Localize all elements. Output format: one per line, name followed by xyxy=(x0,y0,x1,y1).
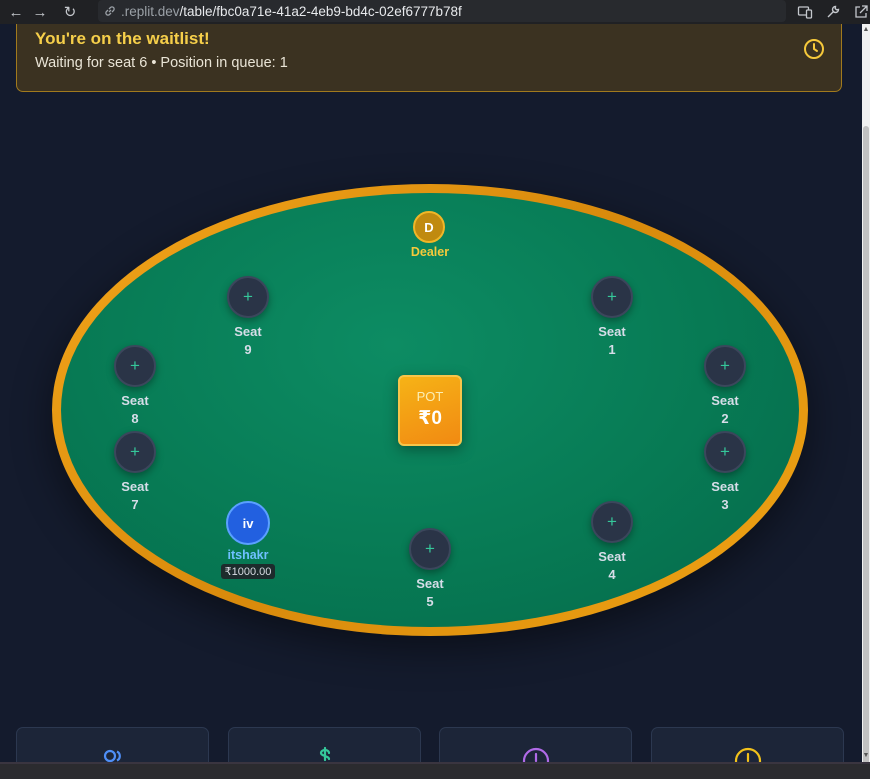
url-host: .replit.dev xyxy=(121,3,180,19)
seat-label: Seat 1 xyxy=(598,324,626,357)
seat-label: Seat 2 xyxy=(711,393,739,426)
dealer-label: Dealer xyxy=(410,245,450,259)
join-seat-plus-icon[interactable]: + xyxy=(591,276,633,318)
page-scrollbar[interactable]: ▲ ▼ xyxy=(862,24,870,766)
player-name: itshakr xyxy=(227,548,269,562)
forward-arrow-icon[interactable]: → xyxy=(28,0,52,24)
open-external-icon[interactable] xyxy=(850,1,870,23)
back-arrow-icon[interactable]: ← xyxy=(4,0,28,24)
seat-1[interactable]: + Seat 1 xyxy=(577,276,647,359)
scroll-down-arrow-icon[interactable]: ▼ xyxy=(862,750,870,762)
join-seat-plus-icon[interactable]: + xyxy=(227,276,269,318)
seat-label: Seat 4 xyxy=(598,549,626,582)
browser-toolbar: ← → ↻ .replit.dev/table/fbc0a71e-41a2-4e… xyxy=(0,0,870,24)
waitlist-title: You're on the waitlist! xyxy=(35,29,210,48)
player-chip-stack: ₹1000.00 xyxy=(220,564,276,579)
seat-2[interactable]: + Seat 2 xyxy=(690,345,760,428)
history-card[interactable] xyxy=(439,727,632,767)
seat-9[interactable]: + Seat 9 xyxy=(213,276,283,359)
scrollbar-thumb[interactable] xyxy=(863,126,869,766)
seat-7[interactable]: + Seat 7 xyxy=(100,431,170,514)
device-toolbar-icon[interactable] xyxy=(794,1,816,23)
players-card[interactable] xyxy=(16,727,209,767)
player-seat[interactable]: iv itshakr ₹1000.00 xyxy=(213,501,283,580)
address-bar[interactable]: .replit.dev/table/fbc0a71e-41a2-4eb9-bd4… xyxy=(98,0,786,22)
join-seat-plus-icon[interactable]: + xyxy=(409,528,451,570)
timer-card[interactable] xyxy=(651,727,844,767)
wrench-icon[interactable] xyxy=(822,1,844,23)
reload-icon[interactable]: ↻ xyxy=(58,0,82,24)
join-seat-plus-icon[interactable]: + xyxy=(704,431,746,473)
seat-label: Seat 3 xyxy=(711,479,739,512)
pot-display: POT ₹0 xyxy=(398,375,462,446)
player-avatar[interactable]: iv xyxy=(226,501,270,545)
seat-label: Seat 9 xyxy=(234,324,262,357)
dealer-button: D xyxy=(413,211,445,243)
join-seat-plus-icon[interactable]: + xyxy=(114,431,156,473)
clock-icon xyxy=(804,39,824,59)
os-taskbar xyxy=(0,762,870,779)
seat-label: Seat 8 xyxy=(121,393,149,426)
seat-5[interactable]: + Seat 5 xyxy=(395,528,465,611)
join-seat-plus-icon[interactable]: + xyxy=(704,345,746,387)
pot-amount: ₹0 xyxy=(418,408,442,429)
join-seat-plus-icon[interactable]: + xyxy=(591,501,633,543)
seat-4[interactable]: + Seat 4 xyxy=(577,501,647,584)
seat-label: Seat 5 xyxy=(416,576,444,609)
join-seat-plus-icon[interactable]: + xyxy=(114,345,156,387)
pot-label: POT xyxy=(416,389,444,404)
seat-8[interactable]: + Seat 8 xyxy=(100,345,170,428)
seat-label: Seat 7 xyxy=(121,479,149,512)
url-path: /table/fbc0a71e-41a2-4eb9-bd4c-02ef6777b… xyxy=(179,3,462,19)
waitlist-banner: You're on the waitlist! Waiting for seat… xyxy=(16,24,842,92)
scroll-up-arrow-icon[interactable]: ▲ xyxy=(862,24,870,36)
link-icon xyxy=(103,4,117,18)
buy-in-card[interactable] xyxy=(228,727,421,767)
seat-3[interactable]: + Seat 3 xyxy=(690,431,760,514)
waitlist-message: Waiting for seat 6 • Position in queue: … xyxy=(35,55,288,71)
